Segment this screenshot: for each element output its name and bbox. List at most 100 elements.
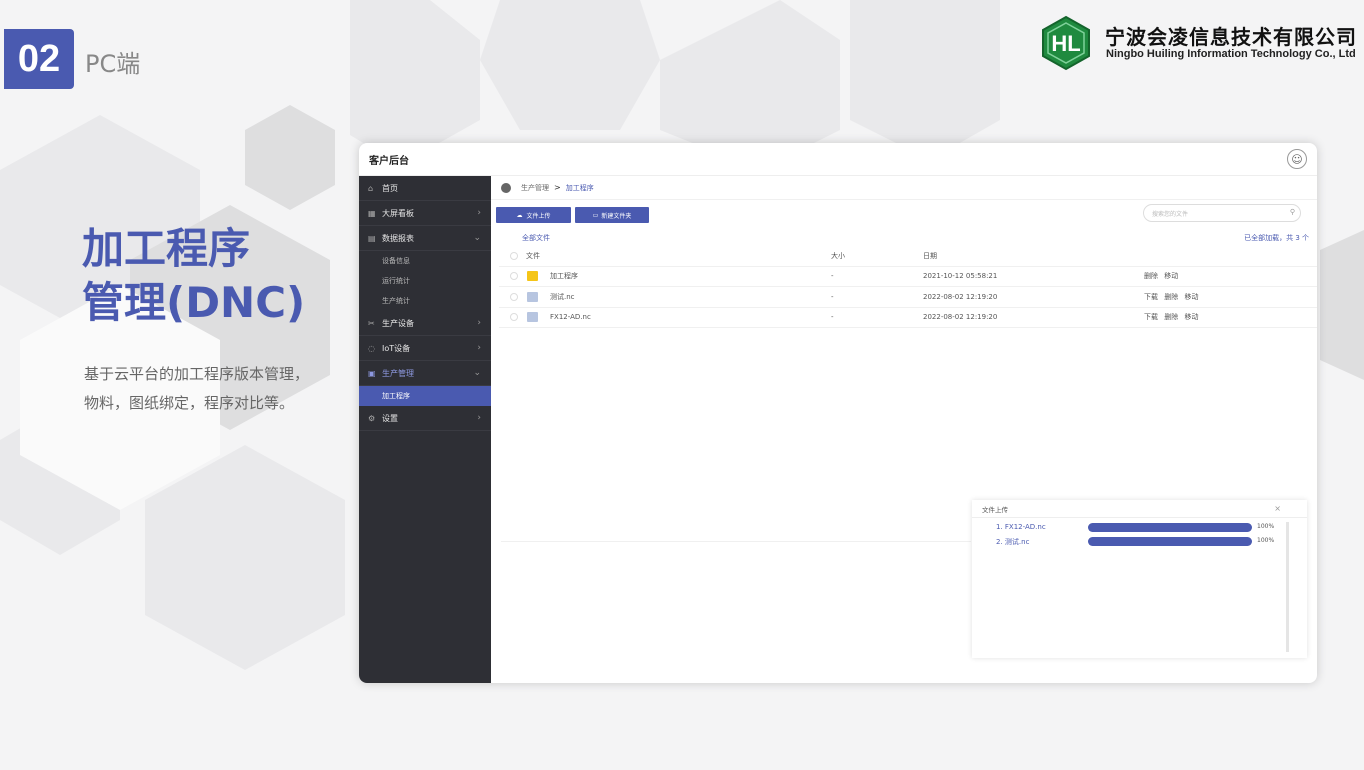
app-title: 客户后台 bbox=[369, 155, 409, 167]
move-link[interactable]: 移动 bbox=[1164, 272, 1178, 280]
upload-item-label: 2. 测试.nc bbox=[996, 538, 1030, 546]
upload-panel-header: 文件上传 × bbox=[972, 500, 1307, 518]
row-actions: 删除 移动 bbox=[1144, 271, 1182, 281]
iot-icon: ◌ bbox=[368, 343, 375, 353]
sidebar-item-label: 生产管理 bbox=[382, 368, 414, 378]
sidebar-subitem-production-stats[interactable]: 生产统计 bbox=[359, 291, 491, 311]
breadcrumb-current: 加工程序 bbox=[565, 183, 594, 192]
sidebar-subitem-run-stats[interactable]: 运行统计 bbox=[359, 271, 491, 291]
row-actions: 下载 删除 移动 bbox=[1144, 292, 1202, 302]
file-date: 2022-08-02 12:19:20 bbox=[923, 313, 998, 322]
loaded-count: 已全部加载，共 3 个 bbox=[1244, 234, 1309, 242]
file-date: 2022-08-02 12:19:20 bbox=[923, 292, 998, 301]
row-actions: 下载 删除 移动 bbox=[1144, 312, 1202, 322]
breadcrumb: 生产管理 > 加工程序 bbox=[491, 176, 1317, 200]
company-logo-icon: HL bbox=[1042, 15, 1090, 71]
divider bbox=[501, 541, 971, 542]
breadcrumb-parent[interactable]: 生产管理 bbox=[521, 183, 549, 193]
move-link[interactable]: 移动 bbox=[1184, 313, 1198, 321]
new-folder-label: 新建文件夹 bbox=[601, 212, 632, 220]
upload-item: 2. 测试.nc 100% bbox=[972, 534, 1307, 548]
file-date: 2021-10-12 05:58:21 bbox=[923, 272, 998, 281]
row-checkbox[interactable] bbox=[510, 272, 518, 281]
download-link[interactable]: 下载 bbox=[1144, 293, 1158, 301]
main-content: 生产管理 > 加工程序 ☁ 文件上传 ▭ 新建文件夹 搜索您的文件 ⚲ 全部文件 已… bbox=[491, 176, 1317, 683]
sidebar-item-reports[interactable]: ▤ 数据报表 ⌄ bbox=[359, 226, 491, 251]
file-size: - bbox=[831, 272, 834, 281]
chevron-right-icon: › bbox=[477, 413, 481, 423]
breadcrumb-separator: > bbox=[554, 183, 561, 192]
file-size: - bbox=[831, 313, 834, 322]
sidebar: ⌂ 首页 ▦ 大屏看板 › ▤ 数据报表 ⌄ 设备信息 运行统计 生产统计 ✂ 生产设备 › … bbox=[359, 176, 491, 683]
row-checkbox[interactable] bbox=[510, 292, 518, 301]
table-row[interactable]: FX12-AD.nc - 2022-08-02 12:19:20 下载 删除 移… bbox=[499, 308, 1317, 328]
delete-link[interactable]: 删除 bbox=[1164, 293, 1178, 301]
upload-progress-text: 100% bbox=[1257, 523, 1275, 530]
file-icon bbox=[527, 312, 538, 323]
sidebar-item-settings[interactable]: ⚙ 设置 › bbox=[359, 406, 491, 431]
sidebar-item-label: 设置 bbox=[382, 413, 398, 423]
upload-progress-text: 100% bbox=[1257, 537, 1275, 544]
close-icon[interactable]: × bbox=[1274, 504, 1281, 513]
user-avatar[interactable]: ☺ bbox=[1287, 149, 1307, 169]
table-row[interactable]: 测试.nc - 2022-08-02 12:19:20 下载 删除 移动 bbox=[499, 287, 1317, 308]
sidebar-subitem-device-info[interactable]: 设备信息 bbox=[359, 251, 491, 271]
chevron-right-icon: › bbox=[477, 208, 481, 218]
page-title: 加工程序 管理(DNC) bbox=[82, 222, 305, 330]
search-icon[interactable]: ⚲ bbox=[1290, 208, 1295, 216]
upload-item: 1. FX12-AD.nc 100% bbox=[972, 520, 1307, 534]
upload-scrollbar[interactable] bbox=[1286, 522, 1289, 652]
file-name[interactable]: 测试.nc bbox=[550, 292, 575, 302]
row-checkbox[interactable] bbox=[510, 313, 518, 322]
manage-icon: ▣ bbox=[368, 368, 376, 378]
report-icon: ▤ bbox=[368, 233, 376, 243]
upload-progress-bar bbox=[1088, 523, 1252, 532]
sidebar-item-label: 大屏看板 bbox=[382, 208, 414, 218]
table-row[interactable]: 加工程序 - 2021-10-12 05:58:21 删除 移动 bbox=[499, 267, 1317, 287]
select-all-checkbox[interactable] bbox=[510, 251, 518, 260]
header-date: 日期 bbox=[923, 251, 937, 260]
table-header: 文件 大小 日期 bbox=[499, 246, 1317, 267]
upload-item-label: 1. FX12-AD.nc bbox=[996, 523, 1046, 531]
section-number-badge: 02 bbox=[4, 29, 74, 89]
file-icon bbox=[527, 291, 538, 302]
sidebar-item-dashboard[interactable]: ▦ 大屏看板 › bbox=[359, 201, 491, 226]
app-window: 客户后台 ☺ ⌂ 首页 ▦ 大屏看板 › ▤ 数据报表 ⌄ 设备信息 运行统计 生产统计 … bbox=[359, 143, 1317, 683]
home-icon[interactable] bbox=[501, 182, 511, 193]
delete-link[interactable]: 删除 bbox=[1164, 313, 1178, 321]
move-link[interactable]: 移动 bbox=[1184, 293, 1198, 301]
file-name[interactable]: FX12-AD.nc bbox=[550, 313, 591, 321]
chevron-down-icon: ⌄ bbox=[473, 233, 481, 243]
upload-icon: ☁ bbox=[516, 211, 523, 219]
header-name: 文件 bbox=[526, 251, 540, 260]
sidebar-subitem-programs[interactable]: 加工程序 bbox=[359, 386, 491, 406]
all-files-link[interactable]: 全部文件 bbox=[522, 233, 550, 243]
file-size: - bbox=[831, 292, 834, 301]
sidebar-item-label: IoT设备 bbox=[382, 343, 411, 353]
sidebar-item-production-mgmt[interactable]: ▣ 生产管理 ⌄ bbox=[359, 361, 491, 386]
file-table: 文件 大小 日期 加工程序 - 2021-10-12 05:58:21 删除 移… bbox=[499, 246, 1317, 328]
upload-button[interactable]: ☁ 文件上传 bbox=[496, 207, 571, 223]
folder-add-icon: ▭ bbox=[592, 211, 599, 219]
gear-icon: ⚙ bbox=[368, 413, 376, 423]
title-line-1: 加工程序 bbox=[82, 224, 251, 273]
delete-link[interactable]: 删除 bbox=[1144, 272, 1158, 280]
chevron-right-icon: › bbox=[477, 318, 481, 328]
section-label: PC端 bbox=[85, 50, 141, 78]
upload-progress-bar bbox=[1088, 537, 1252, 546]
sidebar-item-home[interactable]: ⌂ 首页 bbox=[359, 176, 491, 201]
new-folder-button[interactable]: ▭ 新建文件夹 bbox=[575, 207, 649, 223]
company-name-cn: 宁波会凌信息技术有限公司 bbox=[1105, 25, 1357, 49]
title-line-2: 管理(DNC) bbox=[82, 278, 306, 327]
home-icon: ⌂ bbox=[368, 183, 374, 193]
dashboard-icon: ▦ bbox=[368, 208, 376, 218]
section-number: 02 bbox=[17, 37, 61, 80]
search-input[interactable]: 搜索您的文件 bbox=[1143, 204, 1301, 222]
download-link[interactable]: 下载 bbox=[1144, 313, 1158, 321]
upload-panel: 文件上传 × 1. FX12-AD.nc 100% 2. 测试.nc 100% bbox=[972, 500, 1307, 658]
folder-icon bbox=[527, 271, 538, 282]
sidebar-item-equipment[interactable]: ✂ 生产设备 › bbox=[359, 311, 491, 336]
file-name[interactable]: 加工程序 bbox=[550, 271, 578, 281]
sidebar-item-iot[interactable]: ◌ IoT设备 › bbox=[359, 336, 491, 361]
page-description: 基于云平台的加工程序版本管理， 物料，图纸绑定，程序对比等。 bbox=[84, 360, 344, 418]
